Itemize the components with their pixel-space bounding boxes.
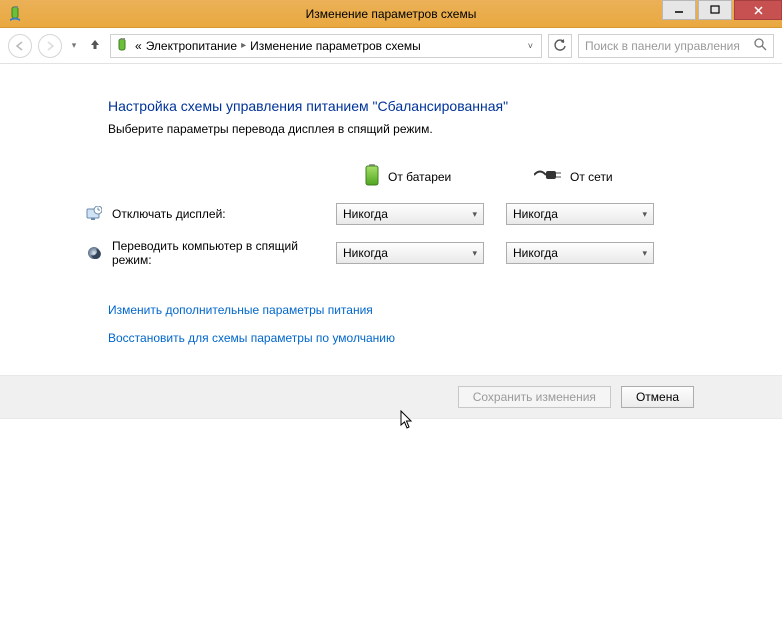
display-off-battery-value: Никогда: [343, 207, 388, 221]
window-controls: [662, 0, 782, 27]
breadcrumb-dropdown[interactable]: ˅: [524, 41, 537, 51]
plug-icon: [534, 168, 562, 185]
action-bar: Сохранить изменения Отмена: [0, 375, 782, 419]
app-icon: [8, 6, 24, 22]
refresh-button[interactable]: [548, 34, 572, 58]
settings-grid: От батареи От сети: [108, 164, 782, 267]
page-subtitle: Выберите параметры перевода дисплея в сп…: [108, 122, 782, 136]
breadcrumb[interactable]: « Электропитание ▸ Изменение параметров …: [110, 34, 542, 58]
search-box[interactable]: [578, 34, 774, 58]
content-pane: Настройка схемы управления питанием "Сба…: [0, 64, 782, 419]
power-plan-icon: [115, 38, 131, 54]
breadcrumb-prefix: «: [135, 39, 142, 53]
minimize-button[interactable]: [662, 0, 696, 20]
row-display-off: Отключать дисплей:: [108, 206, 336, 222]
column-header-plugged: От сети: [506, 168, 676, 185]
chevron-down-icon: ▾: [642, 209, 647, 220]
column-header-battery: От батареи: [336, 164, 506, 189]
column-plugged-label: От сети: [570, 170, 613, 184]
breadcrumb-level2[interactable]: Изменение параметров схемы: [250, 39, 421, 53]
titlebar: Изменение параметров схемы: [0, 0, 782, 28]
display-icon: [86, 206, 102, 222]
battery-icon: [364, 164, 380, 189]
maximize-button[interactable]: [698, 0, 732, 20]
links-section: Изменить дополнительные параметры питани…: [108, 303, 782, 345]
restore-defaults-link[interactable]: Восстановить для схемы параметры по умол…: [108, 331, 782, 345]
display-off-plugged-select[interactable]: Никогда ▾: [506, 203, 654, 225]
sleep-plugged-select[interactable]: Никогда ▾: [506, 242, 654, 264]
up-button[interactable]: [86, 37, 104, 54]
sleep-icon: [86, 245, 102, 261]
search-input[interactable]: [585, 39, 748, 53]
forward-button[interactable]: [38, 34, 62, 58]
chevron-right-icon: ▸: [241, 40, 246, 51]
search-icon[interactable]: [754, 38, 767, 54]
display-off-battery-select[interactable]: Никогда ▾: [336, 203, 484, 225]
row-sleep-label: Переводить компьютер в спящий режим:: [112, 239, 302, 267]
save-button[interactable]: Сохранить изменения: [458, 386, 611, 408]
cancel-button[interactable]: Отмена: [621, 386, 694, 408]
history-dropdown[interactable]: ▾: [68, 40, 80, 51]
chevron-down-icon: ▾: [472, 248, 477, 259]
sleep-battery-value: Никогда: [343, 246, 388, 260]
column-battery-label: От батареи: [388, 170, 451, 184]
page-title: Настройка схемы управления питанием "Сба…: [108, 98, 782, 114]
chevron-down-icon: ▾: [642, 248, 647, 259]
sleep-plugged-value: Никогда: [513, 246, 558, 260]
row-sleep: Переводить компьютер в спящий режим:: [108, 239, 336, 267]
close-button[interactable]: [734, 0, 782, 20]
back-button[interactable]: [8, 34, 32, 58]
display-off-plugged-value: Никогда: [513, 207, 558, 221]
advanced-settings-link[interactable]: Изменить дополнительные параметры питани…: [108, 303, 782, 317]
row-display-off-label: Отключать дисплей:: [112, 207, 226, 221]
breadcrumb-level1[interactable]: Электропитание: [146, 39, 237, 53]
nav-toolbar: ▾ « Электропитание ▸ Изменение параметро…: [0, 28, 782, 64]
sleep-battery-select[interactable]: Никогда ▾: [336, 242, 484, 264]
chevron-down-icon: ▾: [472, 209, 477, 220]
